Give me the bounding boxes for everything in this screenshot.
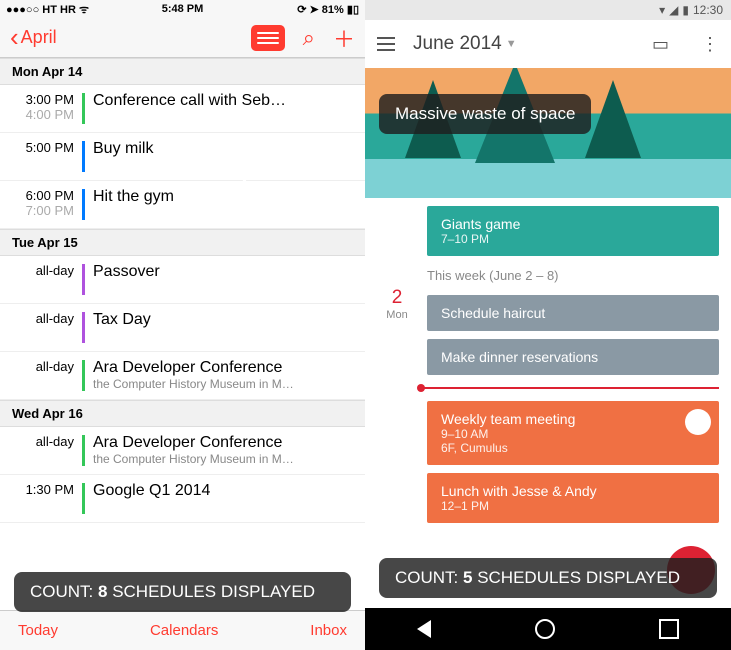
battery-icon: ▮ (682, 3, 689, 17)
event-row[interactable]: all-dayTax Day (0, 304, 365, 352)
day-header: 2 Mon (377, 287, 417, 383)
search-icon[interactable]: ⌕ (303, 25, 315, 51)
signal-icon: ◢ (669, 3, 678, 17)
status-time: 12:30 (693, 3, 723, 17)
event-row[interactable]: 6:00 PM7:00 PMHit the gym (0, 181, 365, 229)
today-icon[interactable]: ▭ (652, 34, 669, 55)
ios-tab-bar: Today Calendars Inbox (0, 610, 365, 650)
event-card[interactable]: Lunch with Jesse & Andy 12–1 PM (427, 473, 719, 523)
android-nav-bar (365, 608, 731, 650)
count-overlay: COUNT: 8 SCHEDULES DISPLAYED (14, 572, 351, 612)
event-title: Tax Day (85, 304, 365, 351)
brace-icon: } (365, 216, 380, 263)
day-header: Mon Apr 14 (0, 58, 365, 85)
event-title: Google Q1 2014 (85, 475, 365, 522)
add-icon[interactable]: ＋ (333, 22, 355, 54)
android-calendar-screen: ▾ ◢ ▮ 12:30 June 2014▼ ▭ ⋮ Massive waste o… (365, 0, 731, 650)
event-time: 5:00 PM (0, 133, 82, 180)
event-card[interactable]: Schedule haircut (427, 295, 719, 331)
count-overlay: COUNT: 5 SCHEDULES DISPLAYED (379, 558, 717, 598)
schedule-body[interactable]: Giants game 7–10 PM This week (June 2 – … (365, 198, 731, 531)
event-time: all-day (0, 427, 82, 474)
now-indicator (421, 387, 719, 389)
event-row[interactable]: 1:30 PMGoogle Q1 2014 (0, 475, 365, 523)
event-row[interactable]: 3:00 PM4:00 PMConference call with Seb… (0, 85, 365, 133)
hero-overlay-text: Massive waste of space (379, 94, 591, 134)
status-time: 5:48 PM (162, 3, 204, 15)
event-card[interactable]: Giants game 7–10 PM (427, 206, 719, 256)
back-button[interactable]: ‹April (10, 22, 57, 53)
event-time: all-day (0, 256, 82, 303)
carrier-label: ●●●○○ HT HR ᯤ (6, 2, 89, 17)
event-row[interactable]: all-dayAra Developer Conferencethe Compu… (0, 427, 365, 475)
ios-nav-bar: ‹April ⌕ ＋ (0, 18, 365, 58)
event-row[interactable]: 5:00 PMBuy milk (0, 133, 365, 181)
android-status-bar: ▾ ◢ ▮ 12:30 (365, 0, 731, 20)
wifi-icon: ▾ (659, 3, 665, 17)
list-view-button[interactable] (251, 25, 285, 51)
event-time: 1:30 PM (0, 475, 82, 522)
tab-inbox[interactable]: Inbox (310, 622, 347, 639)
tab-today[interactable]: Today (18, 622, 58, 639)
event-row[interactable]: all-dayPassover (0, 256, 365, 304)
brace-icon: } (235, 168, 254, 215)
overflow-icon[interactable]: ⋮ (701, 34, 719, 55)
battery-label: ⟳ ➤ 81% ▮▯ (297, 3, 359, 16)
android-app-bar: June 2014▼ ▭ ⋮ (365, 20, 731, 68)
event-time: all-day (0, 352, 82, 399)
event-title: Ara Developer Conferencethe Computer His… (85, 352, 365, 399)
nav-back-icon[interactable] (417, 620, 431, 638)
month-hero-image: Massive waste of space (365, 68, 731, 198)
event-title: Buy milk (85, 133, 365, 180)
event-row[interactable]: all-dayAra Developer Conferencethe Compu… (0, 352, 365, 400)
ios-calendar-screen: ●●●○○ HT HR ᯤ 5:48 PM ⟳ ➤ 81% ▮▯ ‹April … (0, 0, 365, 650)
event-title: Ara Developer Conferencethe Computer His… (85, 427, 365, 474)
month-dropdown[interactable]: June 2014▼ (413, 33, 634, 55)
event-title: Hit the gym (85, 181, 365, 228)
menu-icon[interactable] (377, 37, 395, 51)
event-list[interactable]: Mon Apr 143:00 PM4:00 PMConference call … (0, 58, 365, 523)
event-time: 6:00 PM7:00 PM (0, 181, 82, 228)
tab-calendars[interactable]: Calendars (150, 622, 218, 639)
chevron-left-icon: ‹ (10, 22, 19, 53)
day-header: Tue Apr 15 (0, 229, 365, 256)
row-height-annotation: 90px (268, 180, 309, 201)
event-time: 3:00 PM4:00 PM (0, 85, 82, 132)
avatar (685, 409, 711, 435)
event-time: all-day (0, 304, 82, 351)
nav-recents-icon[interactable] (659, 619, 679, 639)
chevron-down-icon: ▼ (506, 38, 517, 50)
event-title: Conference call with Seb… (85, 85, 365, 132)
event-card[interactable]: Weekly team meeting 9–10 AM 6F, Cumulus (427, 401, 719, 465)
ios-status-bar: ●●●○○ HT HR ᯤ 5:48 PM ⟳ ➤ 81% ▮▯ (0, 0, 365, 18)
week-label: This week (June 2 – 8) (377, 264, 719, 287)
nav-home-icon[interactable] (535, 619, 555, 639)
event-card[interactable]: Make dinner reservations (427, 339, 719, 375)
day-header: Wed Apr 16 (0, 400, 365, 427)
event-title: Passover (85, 256, 365, 303)
